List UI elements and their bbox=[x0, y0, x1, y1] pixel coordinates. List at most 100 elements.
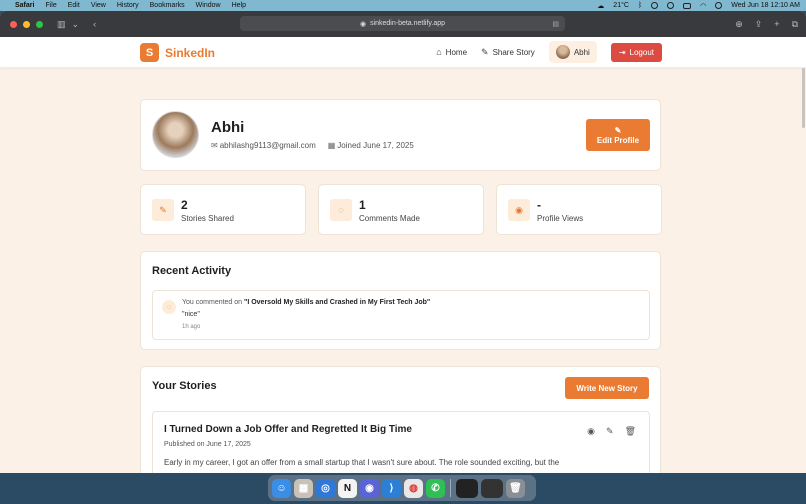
your-stories-card: Your Stories Write New Story I Turned Do… bbox=[140, 366, 661, 473]
reader-mode-icon[interactable]: ▤ bbox=[552, 20, 559, 28]
bluetooth-icon[interactable]: ᛒ bbox=[638, 2, 642, 9]
recent-window-thumbnail[interactable] bbox=[456, 478, 478, 498]
recent-activity-title: Recent Activity bbox=[152, 265, 232, 277]
logo-text: SinkedIn bbox=[165, 45, 216, 60]
site-navbar: S SinkedIn ⌂ Home ✎ Share Story Abhi ⇥ L… bbox=[0, 37, 806, 68]
logout-label: Logout bbox=[629, 47, 654, 57]
pencil-icon: ✎ bbox=[152, 199, 174, 221]
whatsapp-icon[interactable]: ✆ bbox=[426, 478, 445, 498]
wifi-icon[interactable]: ◠ bbox=[700, 2, 706, 10]
macos-menu-bar: Safari File Edit View History Bookmarks … bbox=[0, 0, 806, 11]
notion-icon[interactable]: N bbox=[338, 478, 357, 498]
edit-pencil-icon[interactable]: ✎ bbox=[606, 426, 614, 437]
scrollbar[interactable] bbox=[802, 68, 805, 128]
menu-help[interactable]: Help bbox=[232, 2, 246, 9]
home-icon: ⌂ bbox=[436, 47, 442, 57]
address-bar[interactable]: ◉ sinkedin-beta.netlify.app ▤ bbox=[240, 16, 565, 31]
delete-trash-icon[interactable]: 🗑 bbox=[625, 426, 636, 437]
activity-prefix: You commented on bbox=[182, 299, 243, 306]
launchpad-icon[interactable]: ▦ bbox=[294, 478, 313, 498]
stat-card-stories: ✎ 2 Stories Shared bbox=[140, 184, 306, 235]
story-excerpt: Early in my career, I got an offer from … bbox=[164, 458, 560, 467]
safari-window: ▥ ⌄ ‹ ◉ sinkedin-beta.netlify.app ▤ ⊕ ⇪ … bbox=[0, 11, 806, 473]
logo-mark: S bbox=[140, 43, 159, 62]
profile-joined: ▦ Joined June 17, 2025 bbox=[328, 141, 414, 150]
menu-history[interactable]: History bbox=[117, 2, 139, 9]
safari-icon[interactable]: ◎ bbox=[316, 478, 335, 498]
stat-label: Stories Shared bbox=[181, 214, 234, 223]
datetime-label[interactable]: Wed Jun 18 12:10 AM bbox=[731, 2, 800, 9]
window-controls bbox=[10, 20, 43, 28]
chrome-icon[interactable]: ◍ bbox=[404, 478, 423, 498]
site-logo[interactable]: S SinkedIn bbox=[140, 43, 215, 62]
logout-button[interactable]: ⇥ Logout bbox=[610, 42, 662, 62]
macos-dock: ☺ ▦ ◎ N ◉ ⟩ ◍ ✆ 🗑 bbox=[268, 475, 536, 501]
proton-icon[interactable]: ◉ bbox=[360, 478, 379, 498]
minimize-window-button[interactable] bbox=[23, 20, 30, 28]
stat-label: Profile Views bbox=[537, 214, 584, 223]
close-window-button[interactable] bbox=[10, 20, 17, 28]
user-switch-icon[interactable] bbox=[715, 2, 723, 9]
tab-overview-icon[interactable]: ⧉ bbox=[792, 19, 798, 30]
activity-quote: "nice" bbox=[182, 311, 200, 318]
activity-story-link[interactable]: "I Oversold My Skills and Crashed in My … bbox=[244, 299, 430, 306]
nav-share-label: Share Story bbox=[492, 47, 535, 57]
status-icon[interactable] bbox=[651, 2, 659, 9]
toolbar-right-actions: ⊕ ⇪ + ⧉ bbox=[735, 11, 798, 37]
write-new-story-button[interactable]: Write New Story bbox=[565, 377, 649, 399]
stat-label: Comments Made bbox=[359, 214, 420, 223]
play-icon[interactable] bbox=[667, 2, 675, 9]
nav-share-story-link[interactable]: ✎ Share Story bbox=[481, 47, 535, 58]
edit-square-icon: ✎ bbox=[481, 46, 489, 57]
stat-value: 1 bbox=[359, 198, 366, 212]
battery-icon[interactable] bbox=[683, 2, 692, 9]
menu-window[interactable]: Window bbox=[196, 2, 221, 9]
recent-activity-card: Recent Activity ◌ You commented on "I Ov… bbox=[140, 251, 661, 350]
menu-app-name[interactable]: Safari bbox=[15, 2, 34, 9]
nav-home-label: Home bbox=[445, 47, 468, 57]
profile-card: Abhi ✉ abhilashg9113@gmail.com ▦ Joined Ju… bbox=[140, 99, 661, 171]
story-date: Published on June 17, 2025 bbox=[164, 441, 251, 448]
edit-profile-button[interactable]: ✎ Edit Profile bbox=[586, 119, 650, 151]
edit-profile-label: Edit Profile bbox=[596, 135, 640, 145]
view-eye-icon[interactable]: ◉ bbox=[587, 426, 595, 437]
share-icon[interactable]: ⇪ bbox=[755, 19, 763, 30]
comment-icon: ◌ bbox=[330, 199, 352, 221]
profile-name: Abhi bbox=[211, 119, 245, 136]
stat-value: - bbox=[537, 198, 541, 212]
logout-icon: ⇥ bbox=[618, 47, 626, 57]
url-text: sinkedin-beta.netlify.app bbox=[370, 20, 446, 27]
recent-window-thumbnail[interactable] bbox=[481, 478, 503, 498]
menu-edit[interactable]: Edit bbox=[68, 2, 80, 9]
zoom-window-button[interactable] bbox=[36, 20, 43, 28]
menu-bookmarks[interactable]: Bookmarks bbox=[150, 2, 185, 9]
menu-view[interactable]: View bbox=[91, 2, 106, 9]
story-actions: ◉ ✎ 🗑 bbox=[587, 426, 636, 437]
profile-email: ✉ abhilashg9113@gmail.com bbox=[211, 141, 316, 150]
trash-icon[interactable]: 🗑 bbox=[506, 478, 525, 498]
avatar bbox=[555, 45, 570, 59]
sidebar-toggle-icon[interactable]: ▥ bbox=[57, 19, 66, 30]
chevron-down-icon[interactable]: ⌄ bbox=[72, 19, 80, 30]
back-arrow-icon[interactable]: ‹ bbox=[93, 19, 96, 29]
user-profile-link[interactable]: Abhi bbox=[548, 41, 597, 63]
menubar-status-area: ☁ 21°C ᛒ ◠ Wed Jun 18 12:10 AM bbox=[597, 0, 800, 11]
pencil-icon: ✎ bbox=[614, 125, 622, 135]
browser-toolbar: ▥ ⌄ ‹ ◉ sinkedin-beta.netlify.app ▤ ⊕ ⇪ … bbox=[0, 11, 806, 37]
profile-email-text: abhilashg9113@gmail.com bbox=[219, 141, 316, 150]
download-icon[interactable]: ⊕ bbox=[735, 19, 743, 30]
menu-file[interactable]: File bbox=[45, 2, 56, 9]
dock-separator bbox=[450, 479, 451, 497]
profile-joined-text: Joined June 17, 2025 bbox=[337, 141, 414, 150]
stat-value: 2 bbox=[181, 198, 188, 212]
weather-icon[interactable]: ☁ bbox=[597, 2, 604, 10]
activity-item[interactable]: ◌ You commented on "I Oversold My Skills… bbox=[152, 290, 650, 340]
vscode-icon[interactable]: ⟩ bbox=[382, 478, 401, 498]
profile-avatar bbox=[152, 111, 199, 158]
story-title[interactable]: I Turned Down a Job Offer and Regretted … bbox=[164, 424, 412, 435]
finder-icon[interactable]: ☺ bbox=[272, 478, 291, 498]
page-content: Abhi ✉ abhilashg9113@gmail.com ▦ Joined Ju… bbox=[0, 68, 806, 473]
nav-home-link[interactable]: ⌂ Home bbox=[436, 47, 467, 57]
temperature-label: 21°C bbox=[613, 2, 629, 9]
new-tab-icon[interactable]: + bbox=[774, 19, 779, 29]
